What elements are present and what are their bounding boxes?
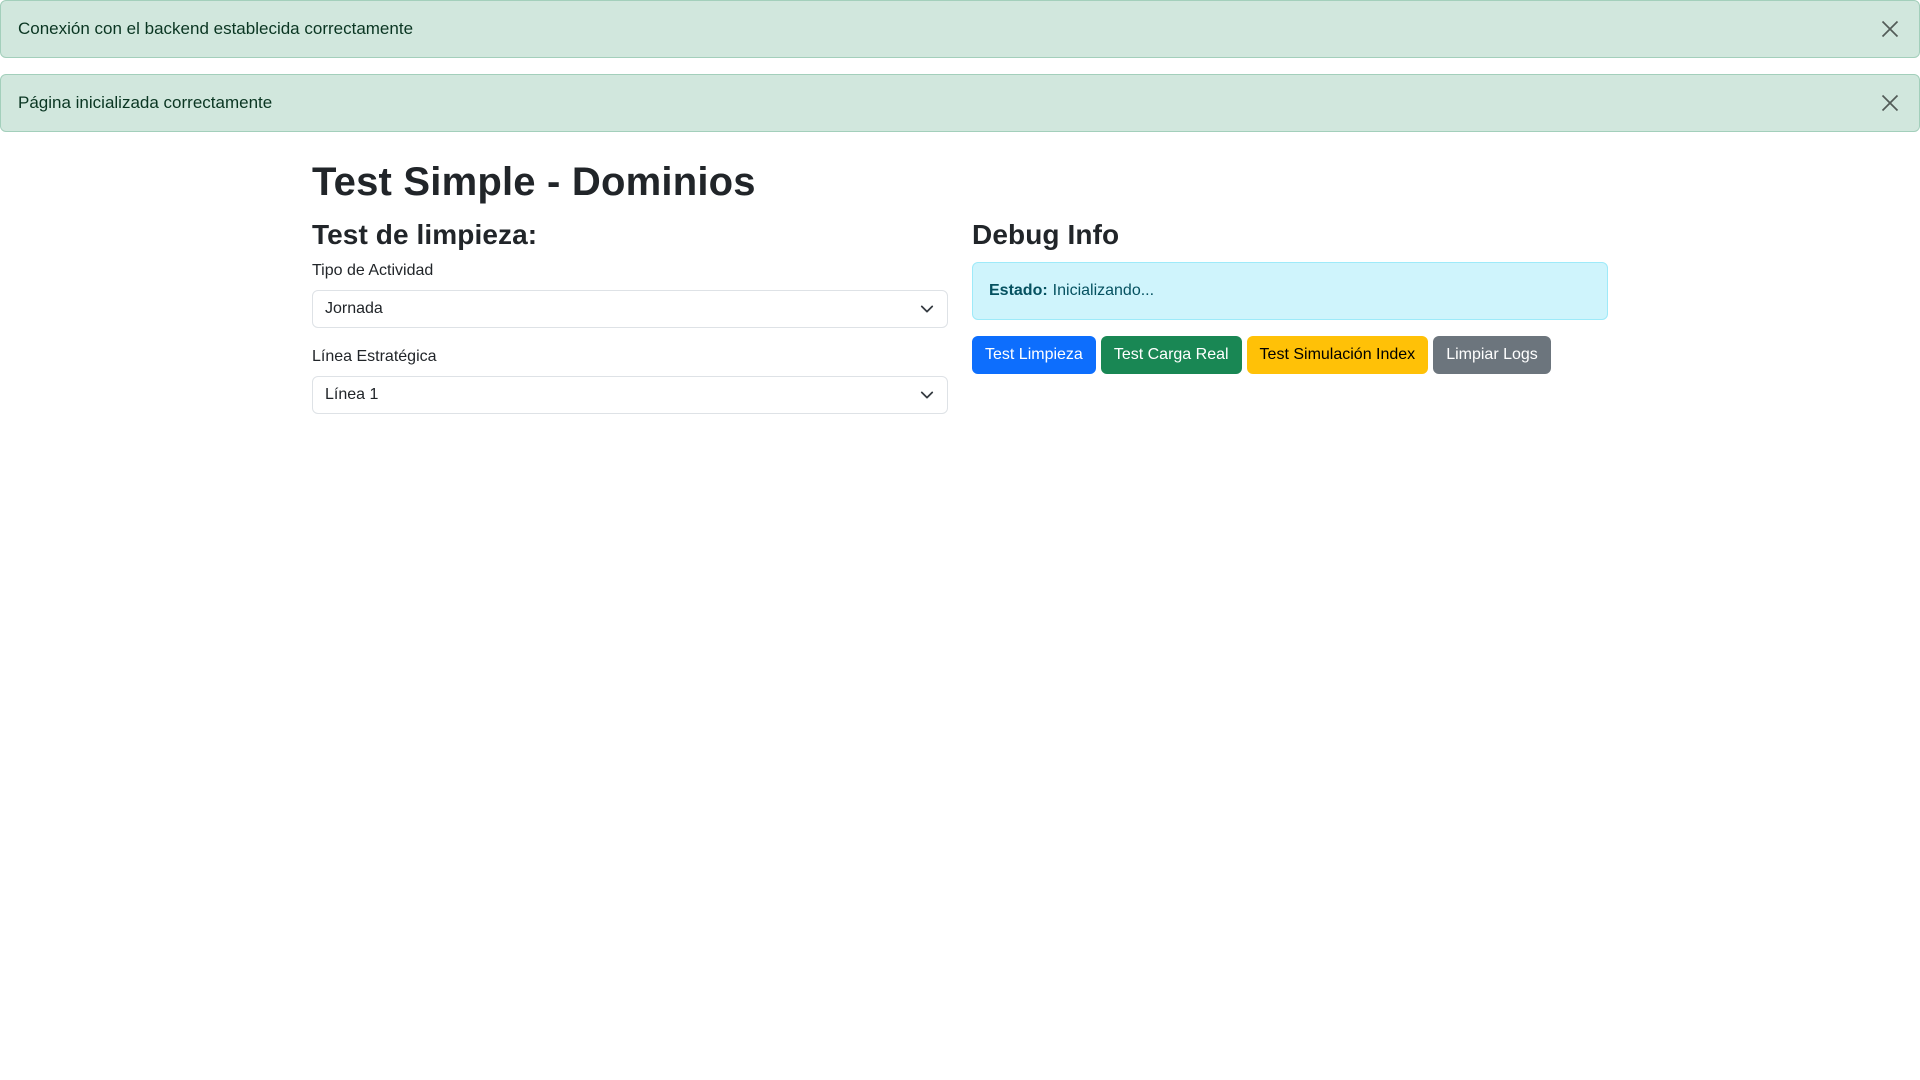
section-title-cleanup-test: Test de limpieza: (312, 219, 538, 250)
test-cleanup-button[interactable]: Test Limpieza (972, 335, 1096, 374)
chevron-down-icon (919, 301, 935, 317)
close-icon[interactable] (1876, 15, 1904, 43)
strategic-line-label: Línea Estratégica (312, 347, 437, 365)
test-index-simulation-button[interactable]: Test Simulación Index (1246, 335, 1429, 374)
alert-backend-connection: Conexión con el backend establecida corr… (0, 0, 1920, 58)
status-value: Inicializando... (1052, 281, 1155, 299)
activity-type-group: Tipo de Actividad Jornada (312, 262, 948, 328)
strategic-line-group: Línea Estratégica Línea 1 (312, 348, 948, 414)
status-label: Estado: (989, 281, 1048, 299)
main-container: Test Simple - Dominios Test de limpieza:… (312, 150, 1608, 434)
close-icon-glyph (1881, 94, 1899, 112)
alert-page-initialized: Página inicializada correctamente (0, 74, 1920, 132)
strategic-line-select[interactable]: Línea 1 (312, 375, 948, 414)
right-column: Debug Info Estado: Inicializando... Test… (972, 218, 1608, 434)
chevron-down-icon (919, 387, 935, 403)
alert-message: Conexión con el backend establecida corr… (18, 19, 414, 38)
alert-message: Página inicializada correctamente (18, 93, 273, 112)
action-buttons: Test Limpieza Test Carga Real Test Simul… (972, 335, 1608, 374)
activity-type-label: Tipo de Actividad (312, 261, 434, 279)
strategic-line-value: Línea 1 (325, 385, 379, 403)
left-column: Test de limpieza: Tipo de Actividad Jorn… (312, 218, 948, 434)
close-icon-glyph (1881, 20, 1899, 38)
content-row: Test de limpieza: Tipo de Actividad Jorn… (312, 218, 1608, 434)
activity-type-select[interactable]: Jornada (312, 289, 948, 328)
close-icon[interactable] (1876, 89, 1904, 117)
activity-type-value: Jornada (325, 299, 383, 317)
test-real-load-button[interactable]: Test Carga Real (1100, 335, 1242, 374)
clear-logs-button[interactable]: Limpiar Logs (1433, 335, 1551, 374)
section-title-debug-info: Debug Info (972, 219, 1120, 250)
status-box: Estado: Inicializando... (972, 261, 1608, 320)
page-title: Test Simple - Dominios (312, 160, 756, 204)
